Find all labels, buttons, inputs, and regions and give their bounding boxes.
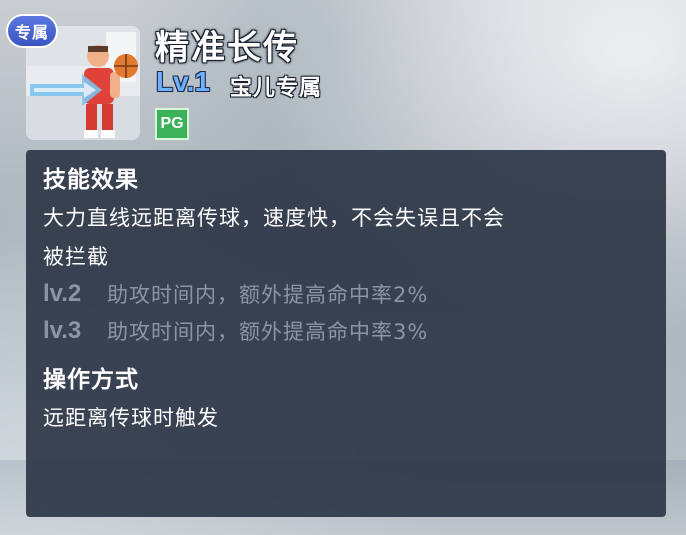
operation-text: 远距离传球时触发 [43,406,219,430]
exclusive-badge: 专属 [6,14,58,48]
upgrade-row-lv3: lv.3 助攻时间内，额外提高命中率3% [43,316,428,346]
effect-description-line2: 被拦截 [43,245,109,269]
upgrade-level-tag: lv.2 [43,280,82,307]
skill-level: Lv.1 [156,66,210,97]
upgrade-row-lv2: lv.2 助攻时间内，额外提高命中率2% [43,279,428,309]
skill-name: 精准长传 [155,28,299,68]
skill-owner: 宝儿专属 [230,76,323,101]
upgrade-text: 助攻时间内，额外提高命中率2% [107,283,429,307]
upgrade-text: 助攻时间内，额外提高命中率3% [107,320,429,344]
upgrade-level-tag: lv.3 [43,317,82,344]
operation-heading: 操作方式 [43,367,139,393]
effect-heading: 技能效果 [43,167,139,193]
position-badge: PG [155,108,189,140]
skill-description-panel: 技能效果 大力直线远距离传球，速度快，不会失误且不会 被拦截 lv.2 助攻时间… [26,150,666,517]
effect-description-line1: 大力直线远距离传球，速度快，不会失误且不会 [43,206,505,230]
